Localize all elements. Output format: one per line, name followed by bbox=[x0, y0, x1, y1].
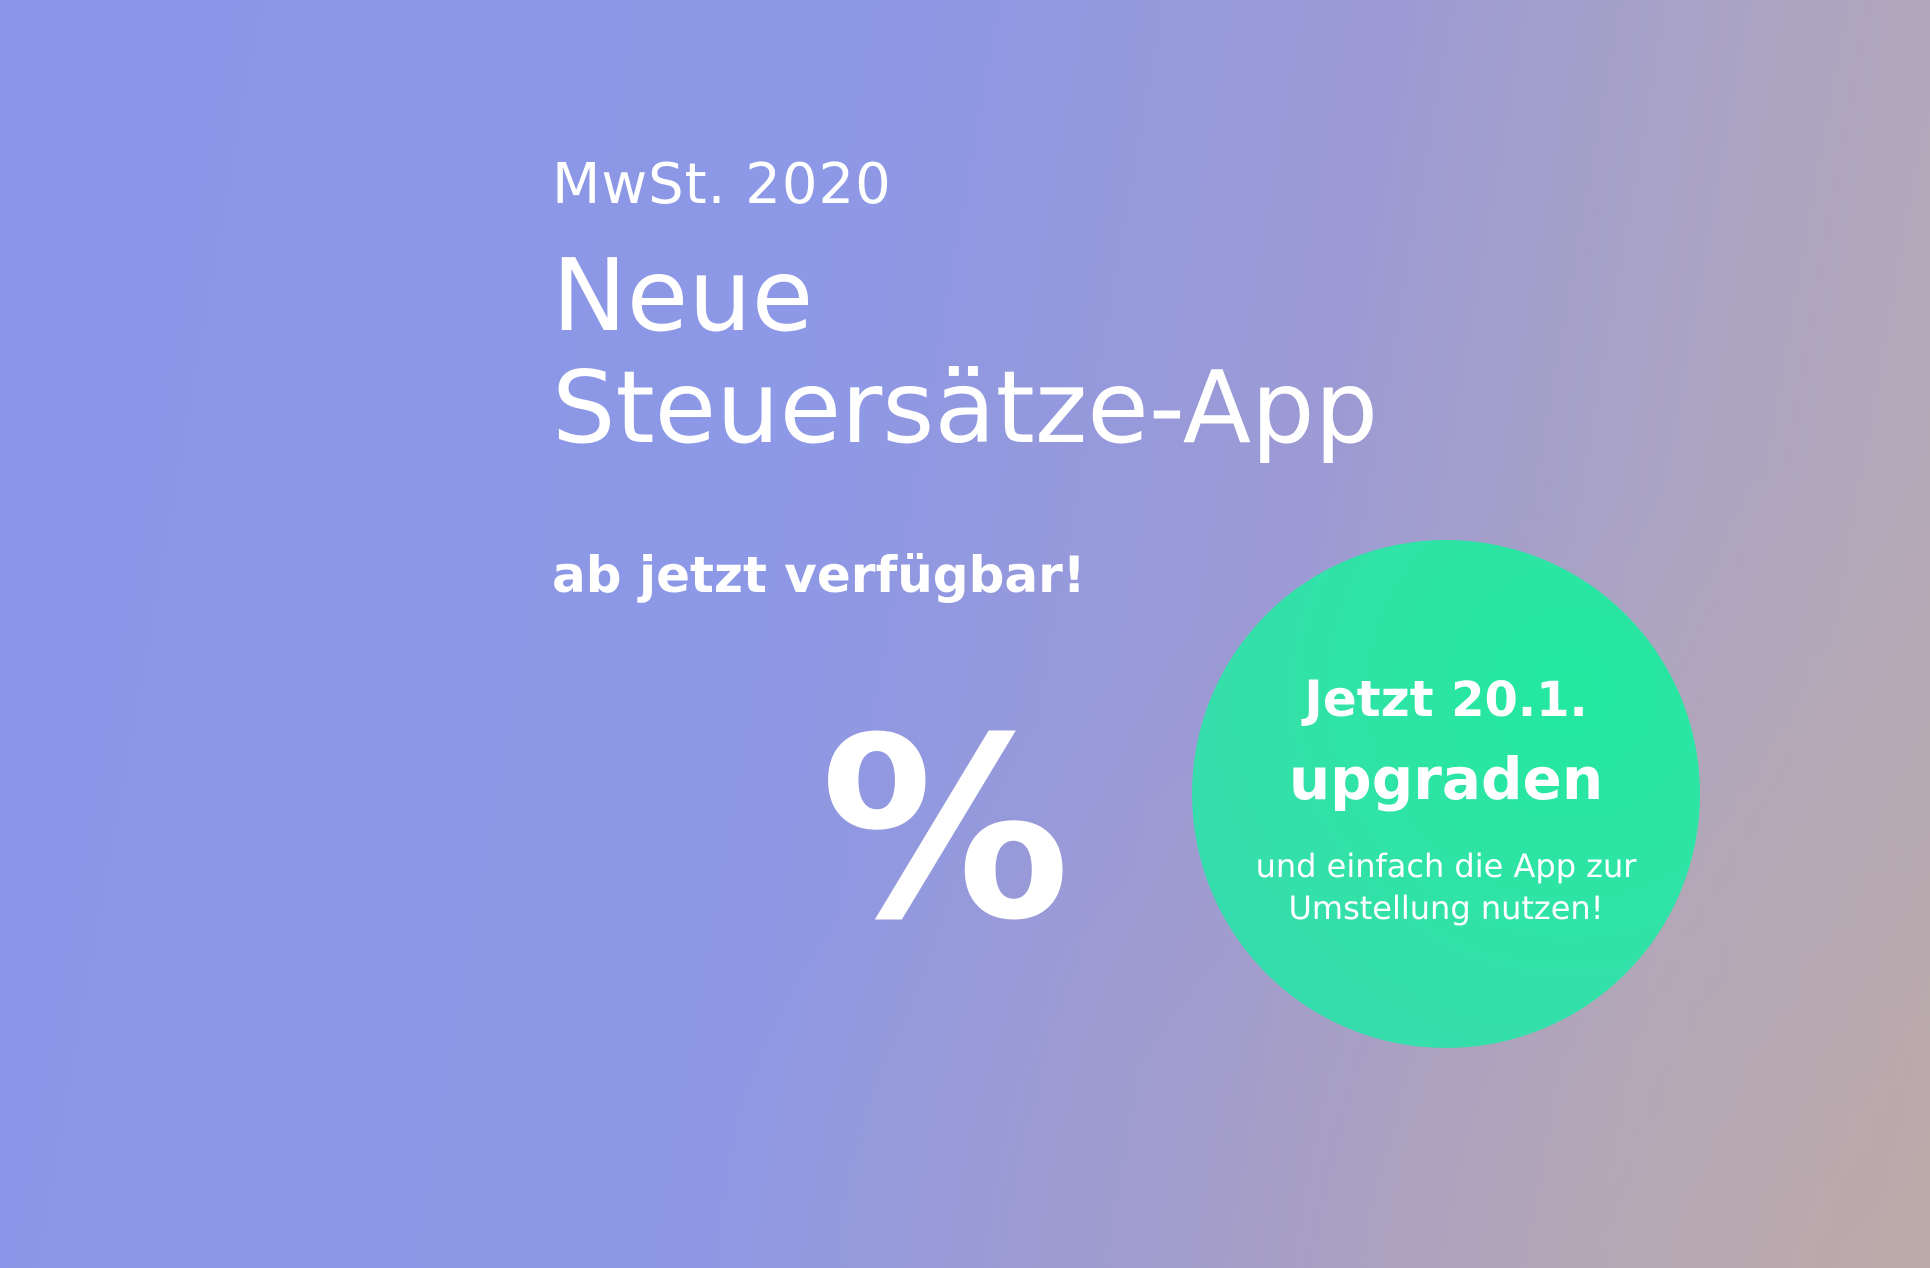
headline-line-1: Neue bbox=[552, 237, 814, 354]
badge-description-line-1: und einfach die App zur bbox=[1255, 847, 1637, 885]
kicker-text: MwSt. 2020 bbox=[552, 152, 892, 217]
page-title: Neue Steuersätze-App bbox=[552, 240, 1378, 464]
badge-description-line-2: Umstellung nutzen! bbox=[1288, 889, 1604, 927]
headline-line-2: Steuersätze-App bbox=[552, 349, 1379, 466]
banner: { "banner": { "kicker": "MwSt. 2020", "h… bbox=[0, 0, 1930, 1268]
badge-line-2: upgraden bbox=[1288, 745, 1604, 813]
upgrade-badge[interactable]: Jetzt 20.1. upgraden und einfach die App… bbox=[1192, 540, 1700, 1048]
badge-description: und einfach die App zur Umstellung nutze… bbox=[1212, 845, 1680, 929]
badge-line-1: Jetzt 20.1. bbox=[1192, 670, 1700, 728]
percent-icon: % bbox=[820, 684, 1071, 975]
badge-date: 20.1. bbox=[1451, 672, 1588, 728]
subline-text: ab jetzt verfügbar! bbox=[552, 546, 1086, 604]
badge-prefix: Jetzt bbox=[1304, 670, 1434, 728]
